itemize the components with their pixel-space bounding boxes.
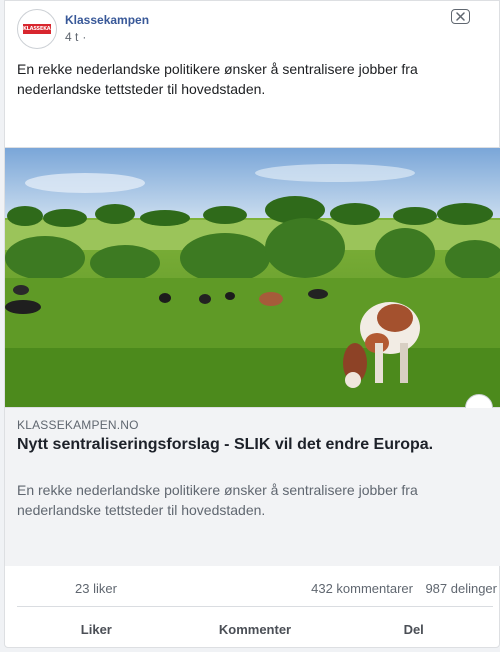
link-domain: KLASSEKAMPEN.NO bbox=[17, 418, 139, 432]
link-description: En rekke nederlandske politikere ønsker … bbox=[17, 482, 418, 518]
klassekampen-logo: KLASSEKAMPEN bbox=[23, 24, 56, 34]
post-stats: 23 liker 432 kommentarer 987 delinger bbox=[17, 567, 497, 607]
like-button[interactable]: Liker bbox=[17, 609, 176, 649]
link-preview-image[interactable] bbox=[5, 147, 500, 408]
link-title[interactable]: Nytt sentraliseringsforslag - SLIK vil d… bbox=[17, 436, 433, 454]
link-preview[interactable]: KLASSEKAMPEN.NO Nytt sentraliseringsfors… bbox=[5, 408, 500, 566]
post-time[interactable]: 4 t bbox=[65, 30, 78, 44]
comments-count[interactable]: 432 kommentarer bbox=[311, 581, 413, 596]
post-meta: 4 t · bbox=[65, 30, 86, 44]
meta-separator: · bbox=[82, 30, 87, 44]
shares-count[interactable]: 987 delinger bbox=[425, 581, 497, 596]
page-name-link[interactable]: Klassekampen bbox=[65, 13, 149, 27]
share-button[interactable]: Del bbox=[334, 609, 493, 649]
action-bar: Liker Kommenter Del bbox=[17, 609, 493, 649]
likes-count[interactable]: 23 liker bbox=[75, 581, 117, 596]
comment-button[interactable]: Kommenter bbox=[176, 609, 335, 649]
page-avatar[interactable]: KLASSEKAMPEN bbox=[17, 9, 57, 49]
post-card: KLASSEKAMPEN Klassekampen 4 t · En rekke… bbox=[4, 0, 500, 648]
post-text: En rekke nederlandske politikere ønsker … bbox=[17, 61, 418, 97]
cows-in-pasture-image bbox=[5, 148, 500, 407]
close-icon bbox=[456, 12, 465, 21]
hide-post-button[interactable] bbox=[451, 9, 470, 24]
